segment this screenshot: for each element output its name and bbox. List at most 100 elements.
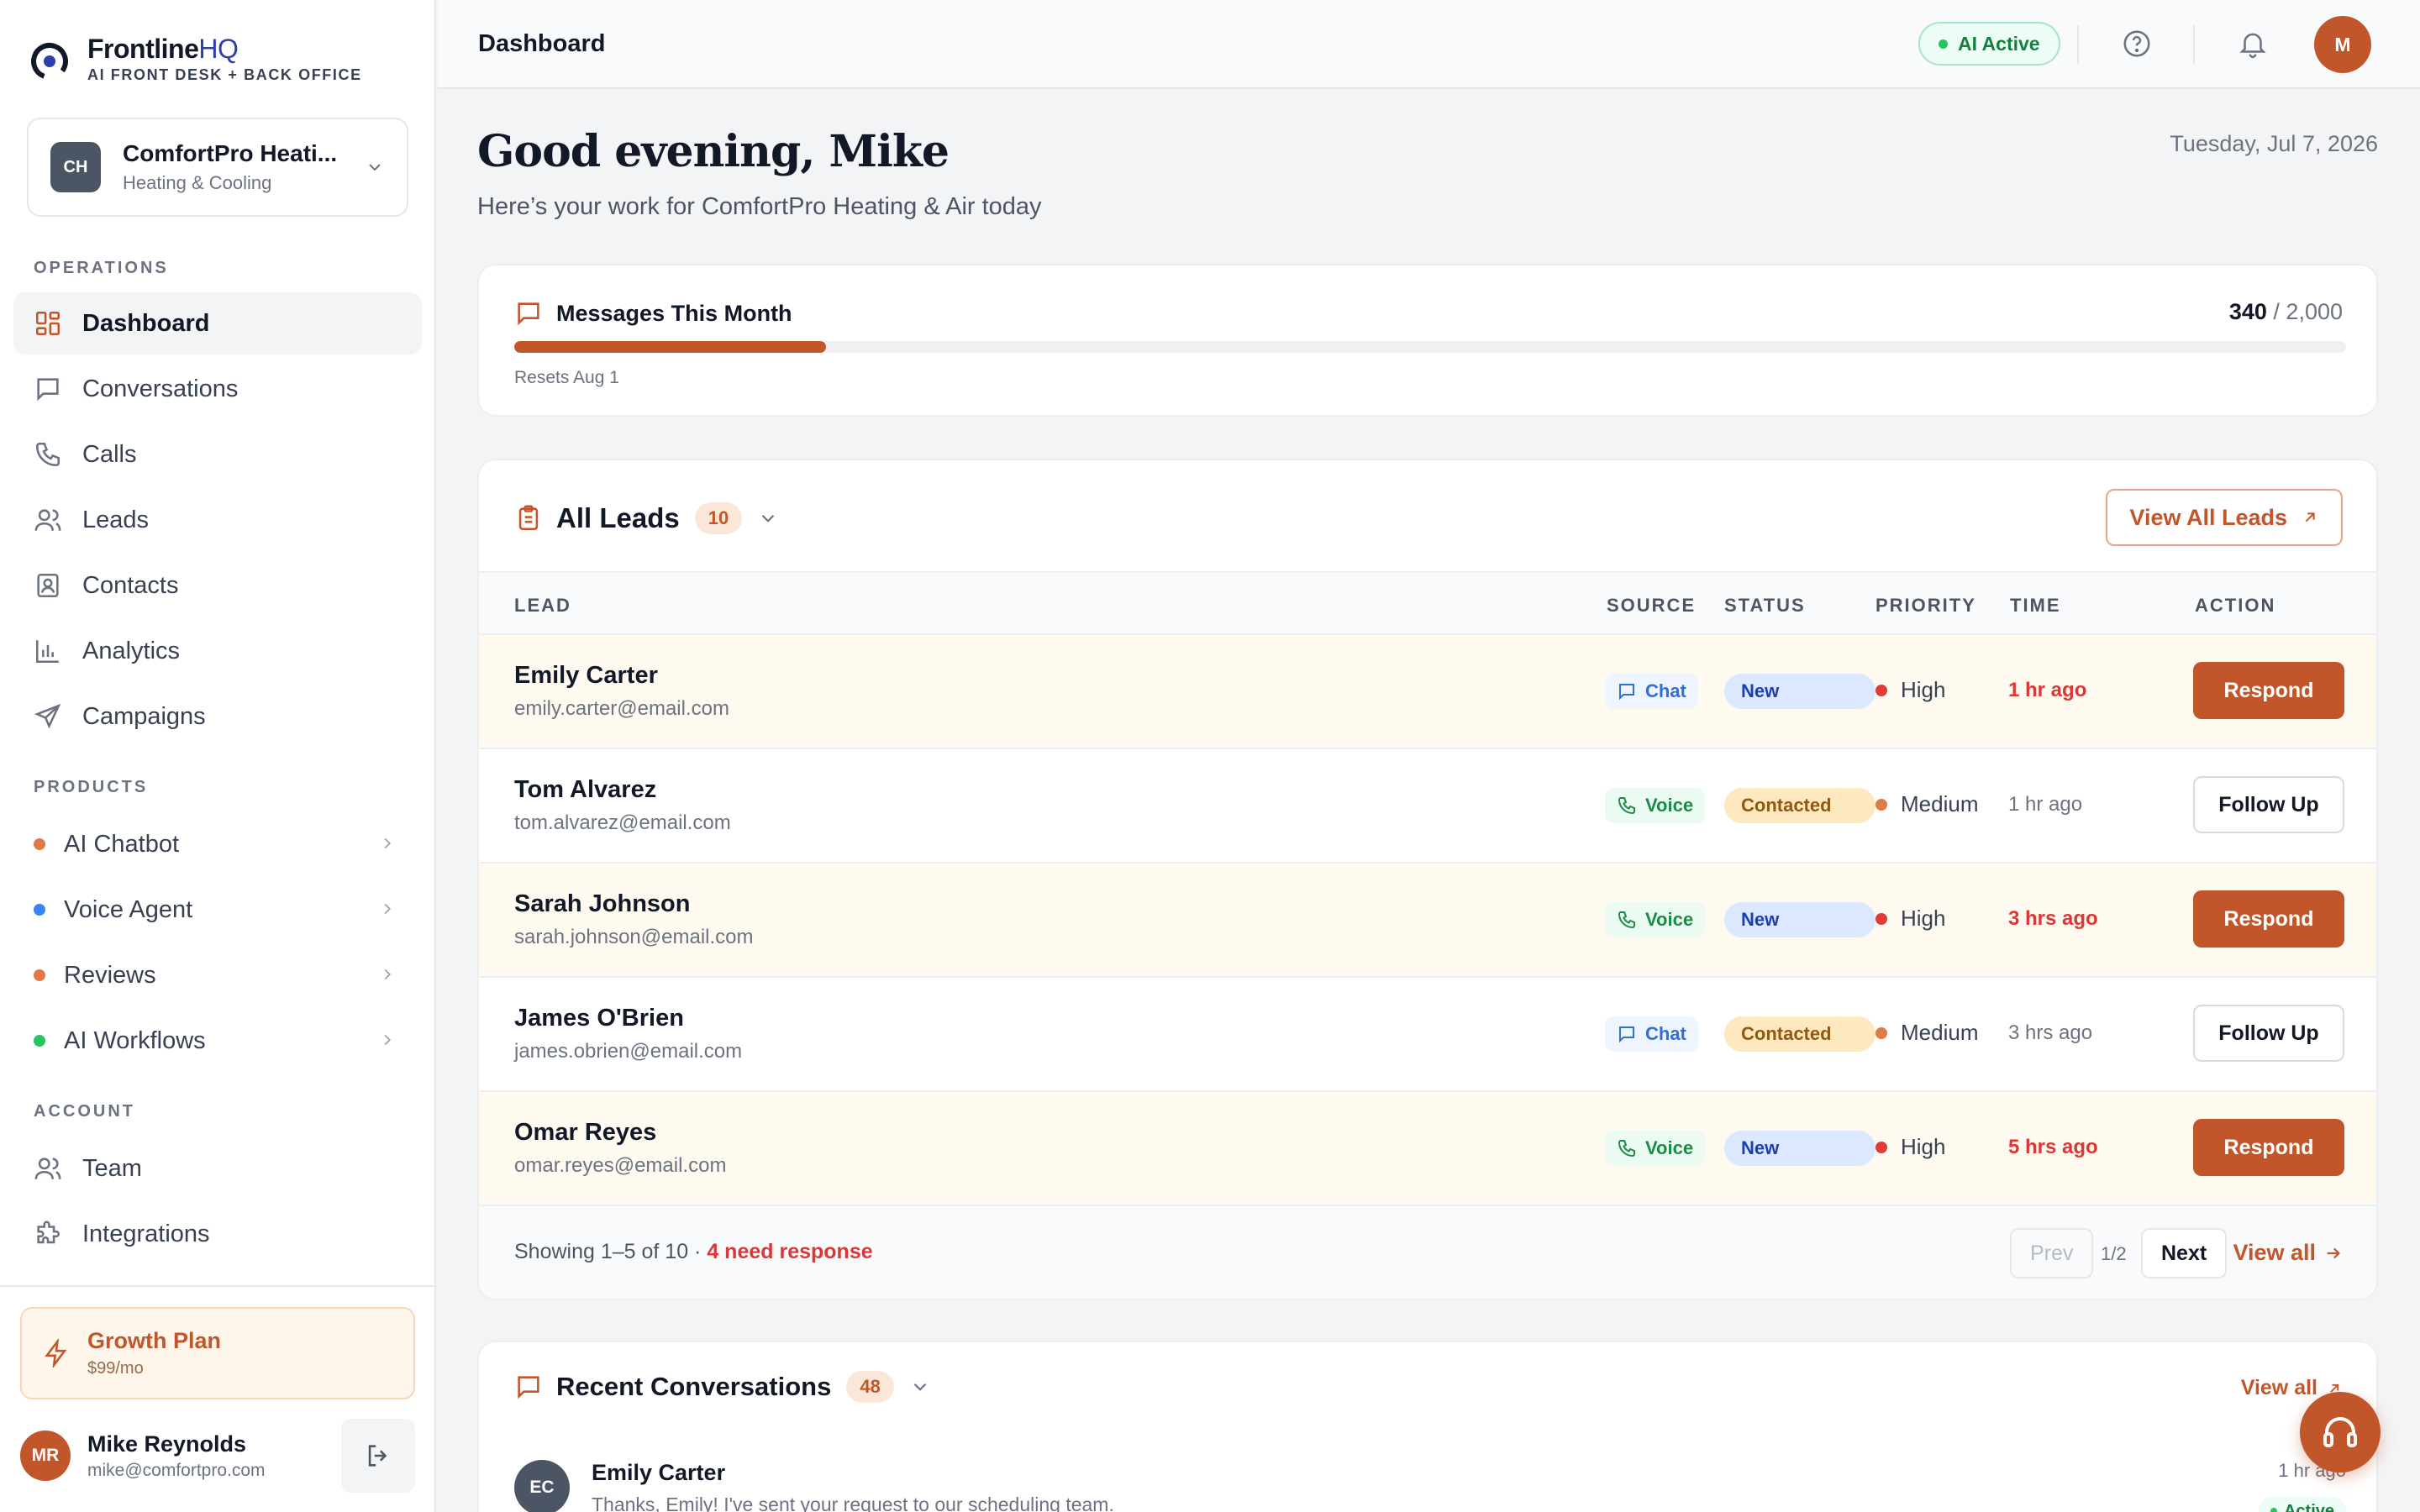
follow-up-button[interactable]: Follow Up: [2193, 776, 2344, 833]
chat-icon: [518, 302, 539, 326]
chat-icon: [518, 1376, 539, 1399]
page-indicator: 1/2: [2101, 1243, 2127, 1264]
org-avatar: CH: [50, 142, 101, 192]
conversations-header[interactable]: Recent Conversations 48: [514, 1371, 931, 1403]
column-header-priority: PRIORITY: [1876, 595, 1976, 616]
conversation-preview: Thanks, Emily! I've sent your request to…: [592, 1494, 1114, 1512]
sidebar-item-ai-chatbot[interactable]: AI Chatbot: [13, 813, 422, 875]
status-dot: [34, 838, 45, 850]
sidebar-item-calls[interactable]: Calls: [13, 423, 422, 486]
table-row[interactable]: Sarah Johnson sarah.johnson@email.com Vo…: [479, 864, 2376, 978]
phone-icon: [1618, 911, 1635, 929]
arrow-right-icon: [2327, 1247, 2340, 1258]
leads-header[interactable]: All Leads 10: [514, 502, 779, 534]
sidebar-item-dashboard[interactable]: Dashboard: [13, 292, 422, 354]
arrow-up-right-icon: [2305, 512, 2315, 522]
view-all-link[interactable]: View all: [2233, 1240, 2343, 1266]
sidebar-item-label: Dashboard: [82, 309, 210, 337]
sidebar-item-analytics[interactable]: Analytics: [13, 620, 422, 682]
sidebar-item-reviews[interactable]: Reviews: [13, 944, 422, 1006]
sidebar-item-team[interactable]: Team: [13, 1137, 422, 1200]
status-dot: [1939, 39, 1948, 49]
column-header-time: TIME: [2010, 595, 2061, 616]
sidebar-item-label: AI Workflows: [64, 1026, 206, 1054]
plan-card[interactable]: Growth Plan $99/mo: [20, 1307, 415, 1399]
table-row[interactable]: James O'Brien james.obrien@email.com Cha…: [479, 978, 2376, 1092]
table-row[interactable]: Omar Reyes omar.reyes@email.com Voice Ne…: [479, 1092, 2376, 1206]
avatar: EC: [514, 1460, 570, 1512]
sidebar-item-label: Voice Agent: [64, 895, 193, 923]
puzzle-icon: [37, 1221, 60, 1244]
sidebar-item-integrations[interactable]: Integrations: [13, 1203, 422, 1265]
section-label-account: ACCOUNT: [34, 1102, 135, 1121]
next-page-button[interactable]: Next: [2141, 1228, 2228, 1278]
sidebar-item-label: Calls: [82, 440, 137, 468]
divider: [2077, 25, 2079, 64]
respond-button[interactable]: Respond: [2193, 890, 2344, 948]
messages-count: 340 / 2,000: [2228, 299, 2343, 324]
priority-dot: [1876, 1026, 1887, 1039]
lead-name: Emily Carter: [514, 662, 658, 689]
sidebar-item-leads[interactable]: Leads: [13, 489, 422, 551]
sidebar-item-label: Team: [82, 1154, 142, 1182]
sidebar-divider: [0, 1285, 434, 1287]
table-row[interactable]: Tom Alvarez tom.alvarez@email.com Voice …: [479, 749, 2376, 864]
sidebar-item-voice-agent[interactable]: Voice Agent: [13, 879, 422, 941]
status-dot: [34, 904, 45, 916]
clipboard-icon: [518, 505, 539, 531]
status-badge: New: [1724, 902, 1876, 937]
column-header-action: ACTION: [2195, 595, 2276, 616]
users-icon: [34, 1158, 61, 1179]
status-badge: Contacted: [1724, 788, 1876, 823]
lead-email: omar.reyes@email.com: [514, 1154, 727, 1177]
sidebar-item-conversations[interactable]: Conversations: [13, 358, 422, 420]
chevron-down-icon[interactable]: [757, 507, 779, 529]
logout-button[interactable]: [341, 1419, 415, 1493]
help-icon[interactable]: [2121, 28, 2153, 60]
lead-email: sarah.johnson@email.com: [514, 926, 754, 948]
chevron-down-icon[interactable]: [909, 1376, 931, 1398]
lightning-icon: [45, 1339, 67, 1368]
chevron-right-icon: [384, 969, 392, 980]
lead-email: james.obrien@email.com: [514, 1040, 743, 1063]
respond-button[interactable]: Respond: [2193, 1119, 2344, 1176]
table-row[interactable]: Emily Carter emily.carter@email.com Chat…: [479, 635, 2376, 749]
lead-name: Sarah Johnson: [514, 890, 691, 917]
sidebar-item-label: Conversations: [82, 375, 239, 402]
chevron-right-icon: [384, 1034, 392, 1046]
section-label-products: PRODUCTS: [34, 778, 149, 796]
ai-status-badge[interactable]: AI Active: [1918, 22, 2060, 66]
org-category: Heating & Cooling: [123, 172, 272, 193]
frontline-logo-icon: [30, 43, 68, 80]
plan-name: Growth Plan: [87, 1328, 222, 1353]
bell-icon[interactable]: [2237, 28, 2269, 60]
follow-up-button[interactable]: Follow Up: [2193, 1005, 2344, 1062]
chevron-down-icon: [369, 164, 381, 171]
lead-time: 3 hrs ago: [2008, 907, 2098, 930]
support-chat-button[interactable]: [2300, 1392, 2381, 1473]
plan-price: $99/mo: [87, 1359, 144, 1378]
priority: High: [1876, 1134, 1945, 1160]
contact-card-icon: [37, 573, 59, 598]
topbar: Dashboard AI Active M: [438, 0, 2420, 89]
avatar[interactable]: MR: [20, 1431, 71, 1481]
column-header-status: STATUS: [1724, 595, 1806, 616]
avatar[interactable]: M: [2314, 16, 2371, 73]
org-switcher[interactable]: CH ComfortPro Heati... Heating & Cooling: [27, 118, 408, 217]
prev-page-button[interactable]: Prev: [2010, 1228, 2094, 1278]
sidebar-item-campaigns[interactable]: Campaigns: [13, 685, 422, 748]
view-all-leads-button[interactable]: View All Leads: [2106, 489, 2343, 546]
sidebar-item-ai-workflows[interactable]: AI Workflows: [13, 1010, 422, 1072]
sidebar-item-label: AI Chatbot: [64, 830, 180, 858]
column-header-lead: LEAD: [514, 595, 571, 616]
sidebar-item-label: Analytics: [82, 637, 181, 664]
respond-button[interactable]: Respond: [2193, 662, 2344, 719]
sidebar-item-contacts[interactable]: Contacts: [13, 554, 422, 617]
priority-dot: [1876, 798, 1887, 811]
priority: Medium: [1876, 791, 1978, 817]
brand[interactable]: FrontlineHQ AI FRONT DESK + BACK OFFICE: [29, 34, 362, 84]
sidebar-item-label: Contacts: [82, 571, 179, 599]
messages-progress-bar: [514, 341, 2346, 353]
current-date: Tuesday, Jul 7, 2026: [2170, 131, 2378, 156]
source-badge: Voice: [1605, 1131, 1706, 1166]
